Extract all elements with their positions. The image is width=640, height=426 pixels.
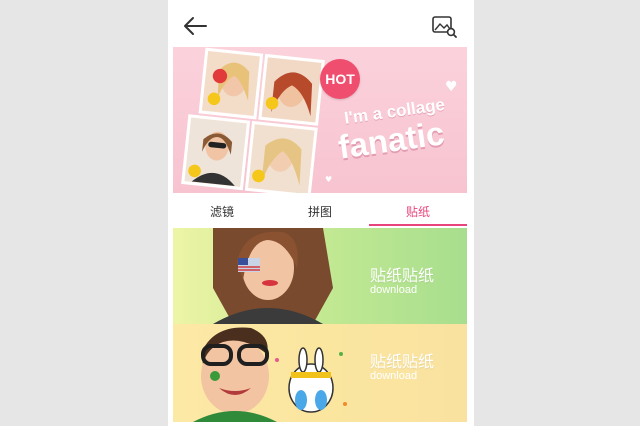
app-screen: HOT ♥ ♥ I'm a collage fanatic 滤镜 拼图 贴纸 贴… <box>168 0 474 426</box>
promo-banner[interactable]: HOT ♥ ♥ I'm a collage fanatic <box>173 47 467 193</box>
tab-collage[interactable]: 拼图 <box>271 196 369 226</box>
sticker-pack-card[interactable]: 贴纸贴纸 download <box>173 324 467 422</box>
sticker-pack-preview <box>193 327 347 422</box>
card-title: 贴纸贴纸 <box>370 352 435 371</box>
hot-badge: HOT <box>320 59 360 99</box>
sticker-pack-preview <box>213 228 333 324</box>
sticker-pack-card[interactable]: 贴纸贴纸 download <box>173 228 467 324</box>
heart-icon: ♥ <box>325 175 333 184</box>
card-download-label: download <box>370 284 418 296</box>
top-bar <box>168 0 474 46</box>
image-search-icon <box>432 16 457 38</box>
heart-icon: ♥ <box>445 79 458 95</box>
arrow-left-icon <box>184 17 207 35</box>
active-tab-indicator <box>369 224 467 226</box>
gallery-search-button[interactable] <box>431 14 457 38</box>
card-title: 贴纸贴纸 <box>370 266 435 285</box>
category-tabs: 滤镜 拼图 贴纸 <box>173 196 467 226</box>
collage-preview <box>181 47 325 193</box>
collage-photo <box>198 47 264 120</box>
collage-photo <box>181 114 251 191</box>
card-download-label: download <box>370 370 418 382</box>
tab-filter[interactable]: 滤镜 <box>173 196 271 226</box>
collage-photo <box>258 53 325 126</box>
back-button[interactable] <box>182 15 208 37</box>
tab-sticker[interactable]: 贴纸 <box>369 196 467 226</box>
collage-photo <box>244 120 318 193</box>
